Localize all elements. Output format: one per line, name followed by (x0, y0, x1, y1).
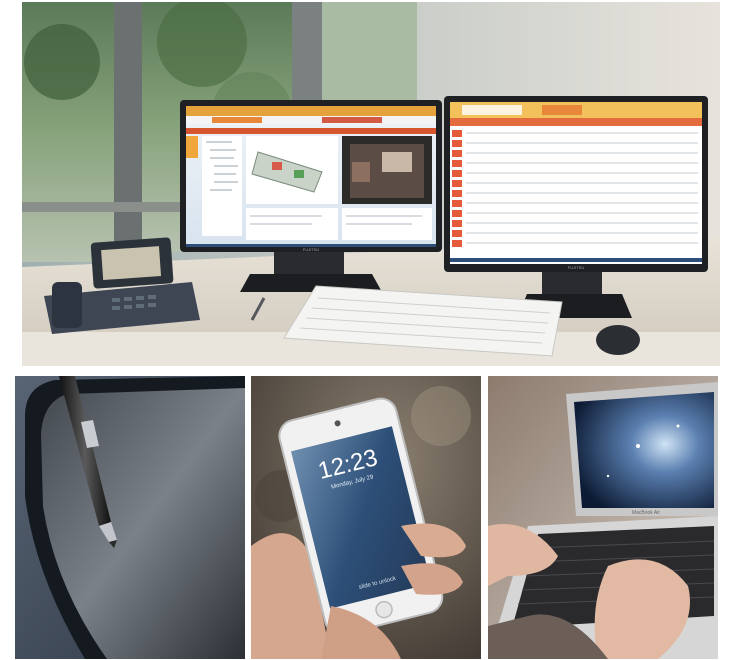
smartphone-photo: 12:23 Monday, July 29 slide to unlock (251, 376, 481, 659)
mouse (596, 325, 640, 355)
laptop-photo: MacBook Air (488, 376, 718, 659)
right-monitor-brand: FUJITSU (568, 265, 585, 270)
laptop-screen (574, 392, 714, 508)
smartphone-scene: 12:23 Monday, July 29 slide to unlock (251, 376, 481, 659)
tablet-scene (15, 376, 245, 659)
left-monitor-brand: FUJITSU (303, 247, 320, 252)
laptop-brand: MacBook Air (632, 510, 660, 516)
window-right (322, 2, 417, 112)
office-desk-photo: FUJITSU FUJITSU (22, 2, 720, 366)
laptop-scene: MacBook Air (488, 376, 718, 659)
office-desk-scene: FUJITSU FUJITSU (22, 2, 720, 366)
tablet-pen-photo (15, 376, 245, 659)
